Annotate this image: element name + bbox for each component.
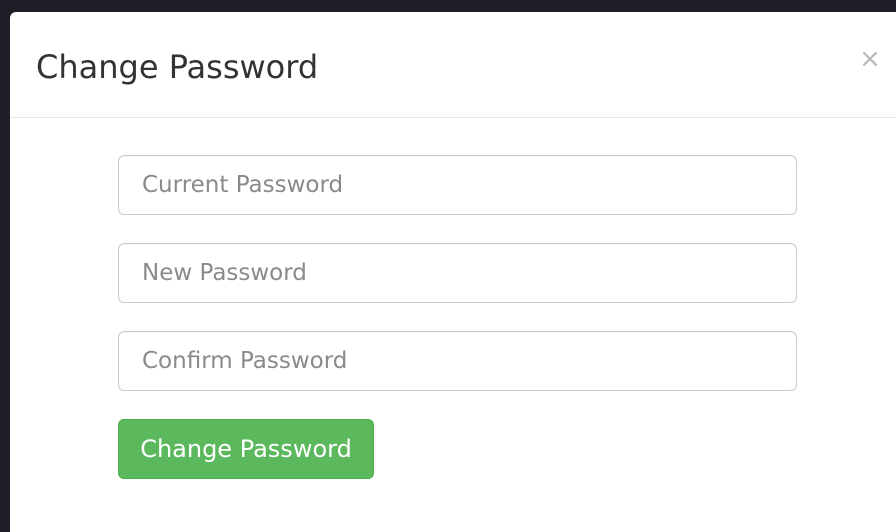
confirm-password-input[interactable] bbox=[118, 331, 797, 391]
new-password-input[interactable] bbox=[118, 243, 797, 303]
modal-title: Change Password bbox=[36, 48, 319, 86]
change-password-modal: Change Password × Change Password bbox=[10, 12, 896, 532]
close-icon[interactable]: × bbox=[858, 46, 882, 72]
current-password-input[interactable] bbox=[118, 155, 797, 215]
change-password-button[interactable]: Change Password bbox=[118, 419, 374, 479]
modal-header: Change Password × bbox=[10, 12, 896, 118]
